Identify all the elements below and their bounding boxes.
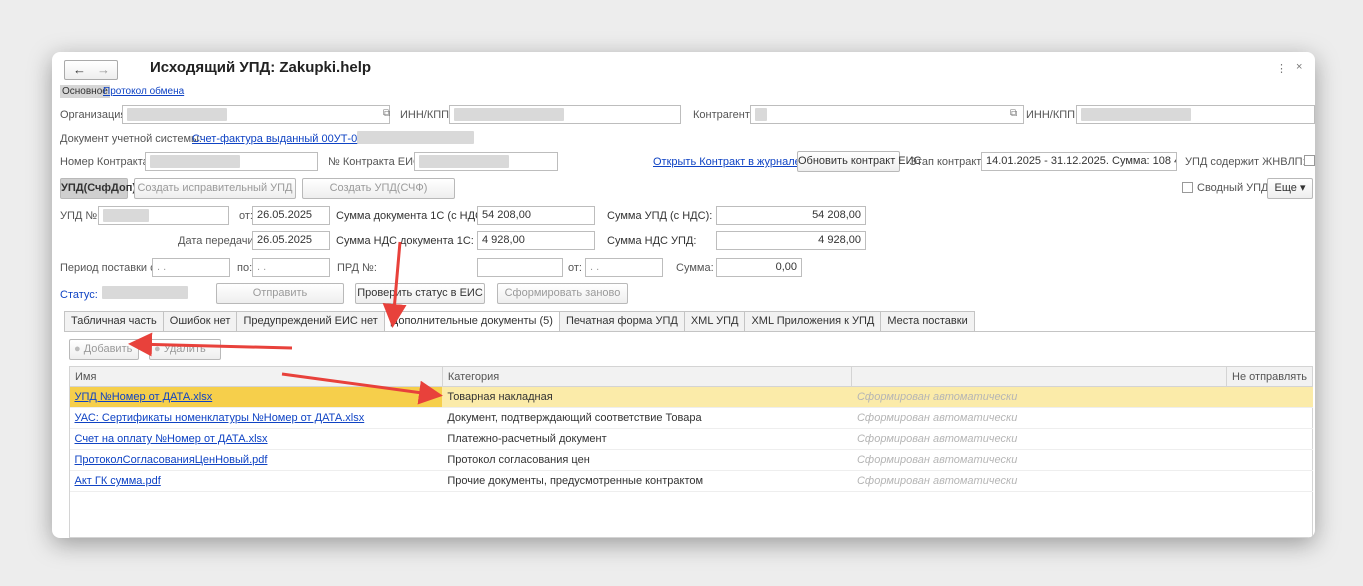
arrow-down [382, 241, 407, 328]
arrow-right [281, 372, 443, 405]
upd-window: ← → Исходящий УПД: Zakupki.help ⋮ × Осно… [52, 52, 1315, 538]
arrow-left [128, 332, 293, 357]
annotation-arrows [128, 241, 443, 405]
